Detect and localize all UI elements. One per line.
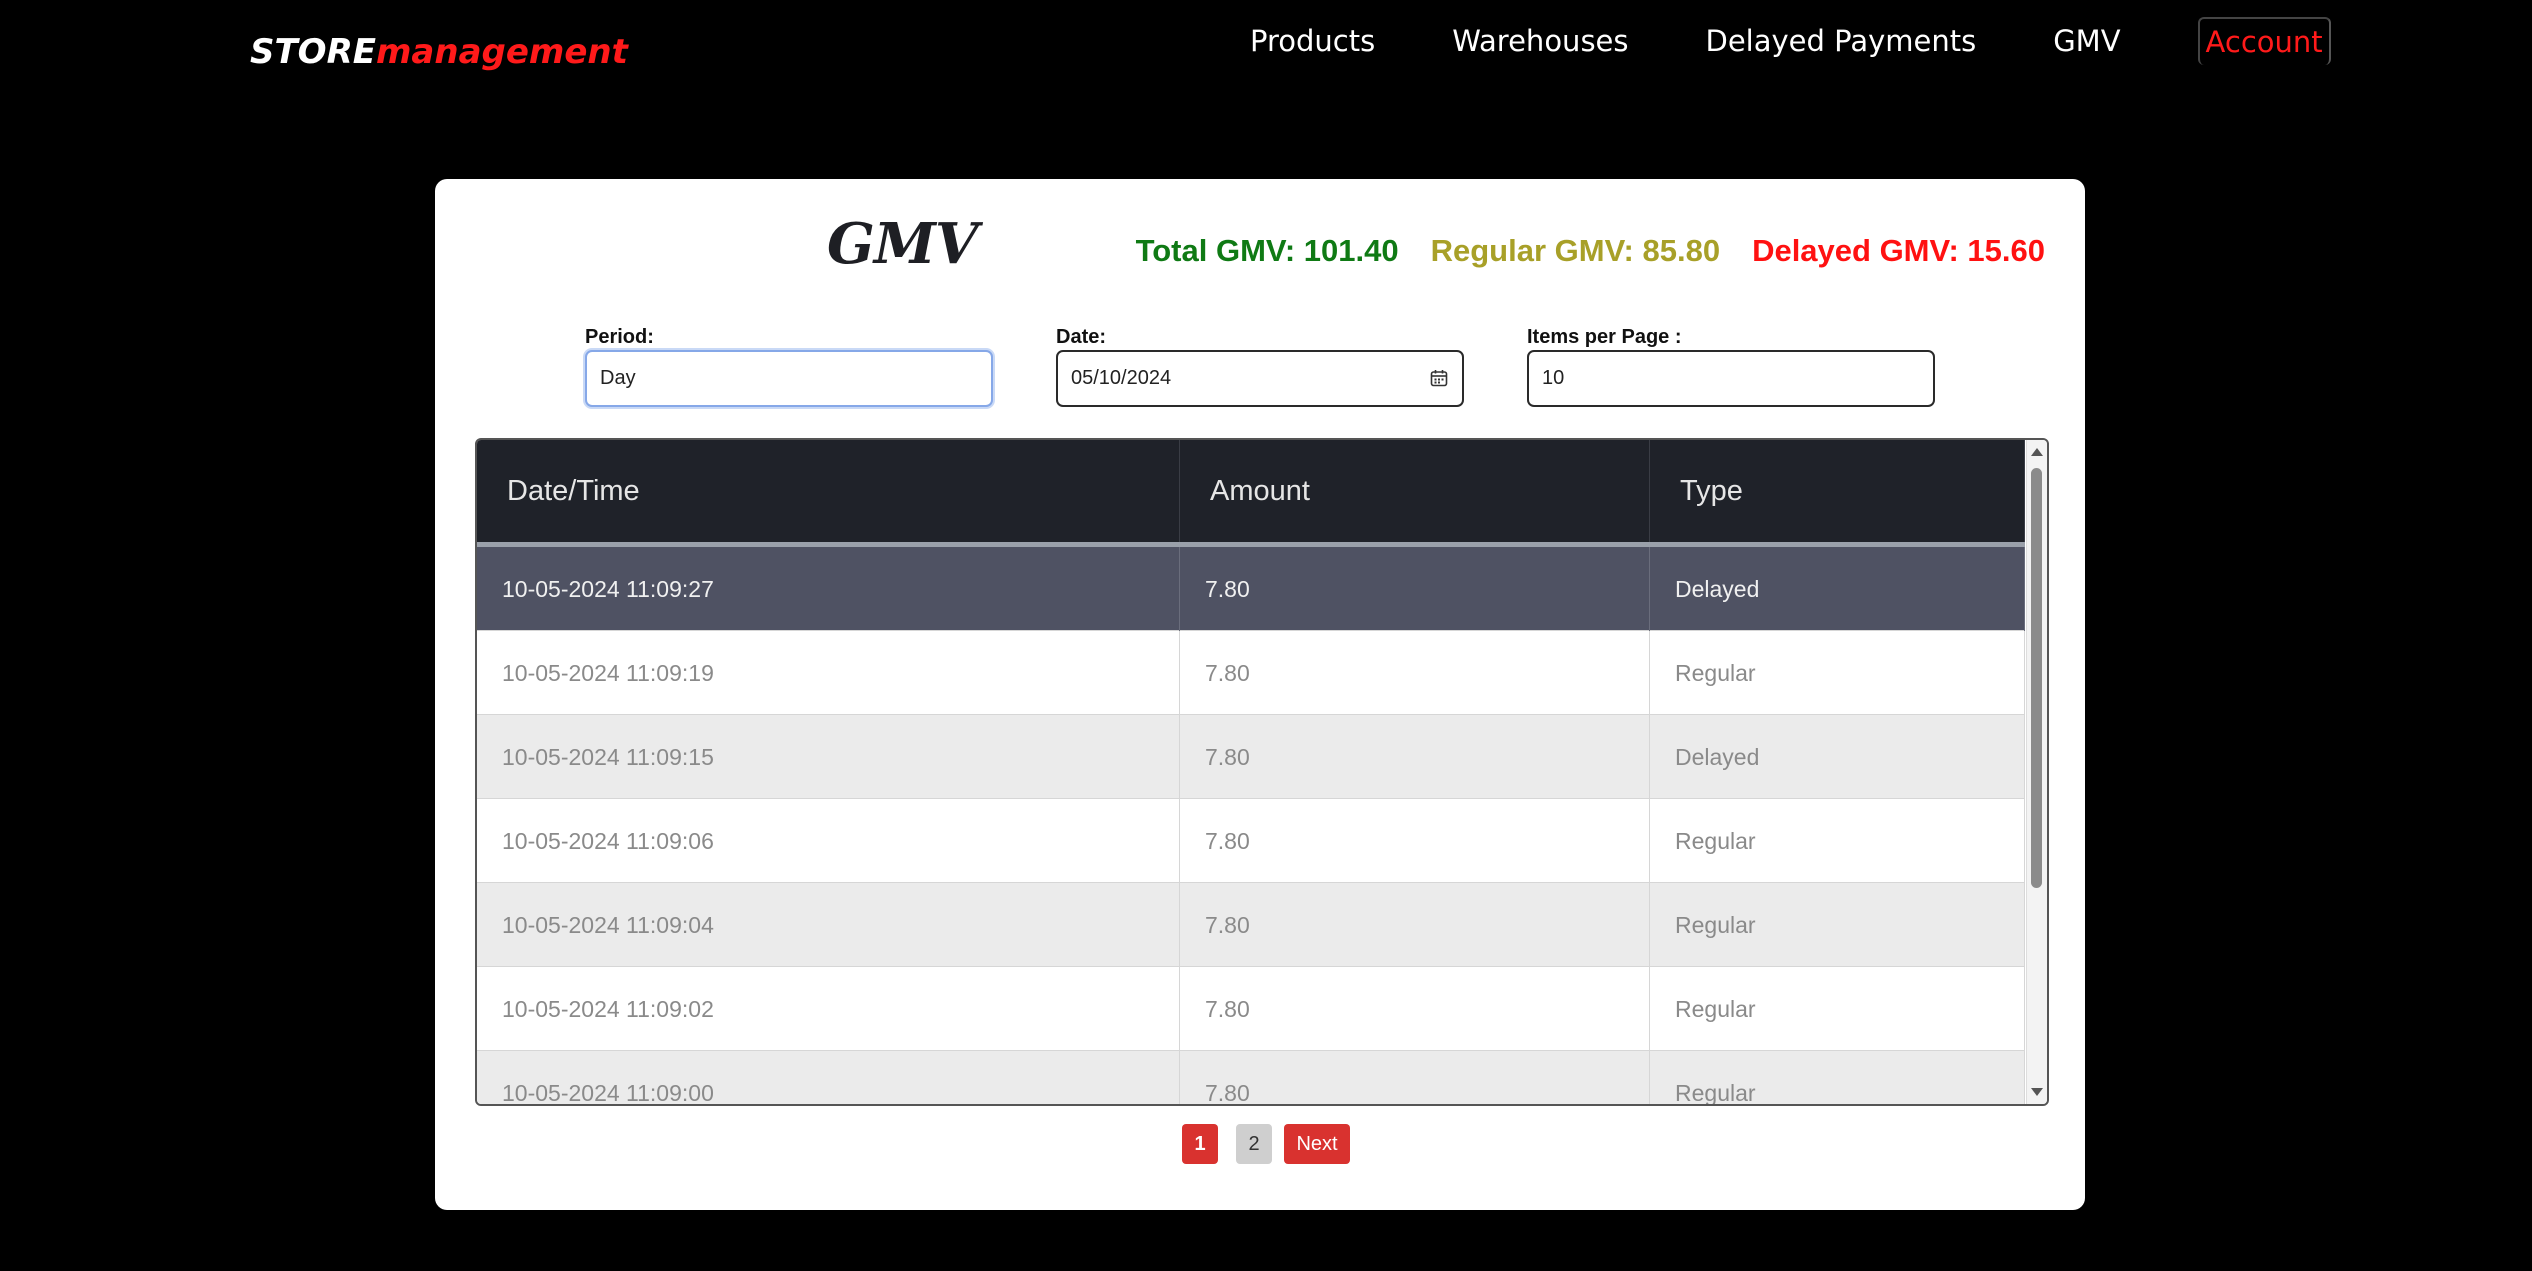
cell-amount: 7.80 (1180, 547, 1650, 631)
cell-type: Regular (1650, 1051, 2025, 1104)
scroll-down-arrow-icon[interactable] (2031, 1088, 2043, 1096)
nav-delayed-payments[interactable]: Delayed Payments (1706, 16, 1977, 66)
pagination: 1 2 Next (1182, 1124, 1350, 1164)
table-header: Date/Time Amount Type (477, 440, 2025, 547)
table-row[interactable]: 10-05-2024 11:09:27 7.80 Delayed (477, 547, 2025, 631)
page-2-button[interactable]: 2 (1236, 1124, 1272, 1164)
table-body: 10-05-2024 11:09:27 7.80 Delayed 10-05-2… (477, 547, 2025, 1104)
date-value: 05/10/2024 (1071, 367, 1172, 389)
table-row[interactable]: 10-05-2024 11:09:04 7.80 Regular (477, 883, 2025, 967)
nav-warehouses[interactable]: Warehouses (1452, 16, 1628, 66)
table-row[interactable]: 10-05-2024 11:09:06 7.80 Regular (477, 799, 2025, 883)
brand-logo-store: STORE (250, 32, 376, 72)
main-nav: Products Warehouses Delayed Payments GMV… (1250, 16, 2331, 66)
table-row[interactable]: 10-05-2024 11:09:00 7.80 Regular (477, 1051, 2025, 1104)
date-input[interactable]: 05/10/2024 (1056, 350, 1464, 407)
header-datetime[interactable]: Date/Time (477, 440, 1180, 542)
top-navbar: STOREmanagement Products Warehouses Dela… (0, 0, 2532, 90)
cell-type: Regular (1650, 799, 2025, 883)
cell-amount: 7.80 (1180, 631, 1650, 715)
cell-datetime: 10-05-2024 11:09:15 (477, 715, 1180, 799)
cell-amount: 7.80 (1180, 883, 1650, 967)
page-title: GMV (827, 211, 978, 277)
cell-datetime: 10-05-2024 11:09:27 (477, 547, 1180, 631)
scroll-up-arrow-icon[interactable] (2031, 448, 2043, 456)
cell-type: Regular (1650, 967, 2025, 1051)
cell-amount: 7.80 (1180, 799, 1650, 883)
period-filter: Period: Day (585, 324, 993, 407)
page-1-button[interactable]: 1 (1182, 1124, 1218, 1164)
header-type[interactable]: Type (1650, 440, 2025, 542)
date-label: Date: (1056, 326, 1107, 348)
items-per-page-filter: Items per Page : 10 (1527, 324, 1935, 407)
gmv-table: Date/Time Amount Type 10-05-2024 11:09:2… (475, 438, 2049, 1106)
filters: Period: Day Date: 05/10/2024 Items per P… (585, 324, 1985, 414)
cell-datetime: 10-05-2024 11:09:02 (477, 967, 1180, 1051)
nav-products[interactable]: Products (1250, 16, 1375, 66)
brand-logo-management: management (376, 32, 628, 72)
cell-amount: 7.80 (1180, 967, 1650, 1051)
cell-datetime: 10-05-2024 11:09:19 (477, 631, 1180, 715)
period-select[interactable]: Day (585, 350, 993, 407)
cell-type: Regular (1650, 883, 2025, 967)
date-filter: Date: 05/10/2024 (1056, 324, 1464, 407)
regular-gmv: Regular GMV: 85.80 (1430, 233, 1721, 268)
items-per-page-label: Items per Page : (1527, 326, 1682, 348)
cell-amount: 7.80 (1180, 715, 1650, 799)
cell-datetime: 10-05-2024 11:09:04 (477, 883, 1180, 967)
next-page-button[interactable]: Next (1284, 1124, 1350, 1164)
gmv-totals: Total GMV: 101.40 Regular GMV: 85.80 Del… (1104, 231, 2045, 271)
table-row[interactable]: 10-05-2024 11:09:15 7.80 Delayed (477, 715, 2025, 799)
total-gmv: Total GMV: 101.40 (1135, 233, 1399, 268)
cell-type: Regular (1650, 631, 2025, 715)
nav-account[interactable]: Account (2197, 17, 2331, 65)
items-per-page-input[interactable]: 10 (1527, 350, 1935, 407)
cell-datetime: 10-05-2024 11:09:00 (477, 1051, 1180, 1104)
nav-gmv[interactable]: GMV (2053, 16, 2120, 66)
gmv-card: GMV Total GMV: 101.40 Regular GMV: 85.80… (435, 179, 2085, 1210)
scrollbar-thumb[interactable] (2031, 468, 2042, 888)
cell-type: Delayed (1650, 715, 2025, 799)
table-scrollbar[interactable] (2026, 440, 2047, 1104)
brand-logo[interactable]: STOREmanagement (250, 30, 628, 74)
header-amount[interactable]: Amount (1180, 440, 1650, 542)
table-row[interactable]: 10-05-2024 11:09:02 7.80 Regular (477, 967, 2025, 1051)
cell-amount: 7.80 (1180, 1051, 1650, 1104)
calendar-icon[interactable] (1430, 369, 1448, 387)
delayed-gmv: Delayed GMV: 15.60 (1752, 233, 2045, 268)
cell-datetime: 10-05-2024 11:09:06 (477, 799, 1180, 883)
table-row[interactable]: 10-05-2024 11:09:19 7.80 Regular (477, 631, 2025, 715)
cell-type: Delayed (1650, 547, 2025, 631)
period-label: Period: (585, 326, 654, 348)
